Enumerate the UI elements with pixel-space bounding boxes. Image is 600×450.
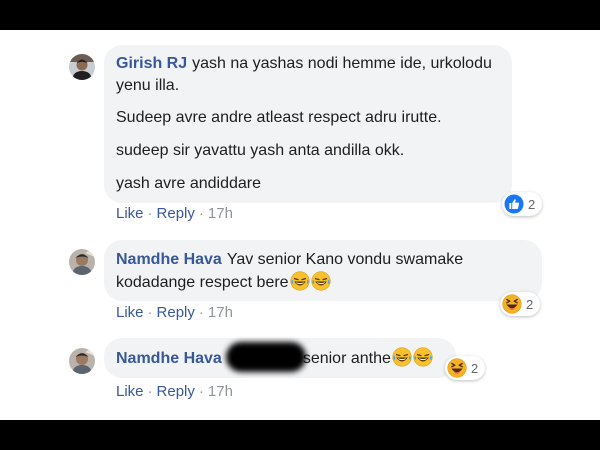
comment-text: sudeep sir yavattu yash anta andilla okk… <box>116 142 405 159</box>
comment-thread: Girish RJ yash na yashas nodi hemme ide, … <box>0 30 600 420</box>
like-link[interactable]: Like <box>116 304 144 321</box>
reaction-count: 2 <box>526 296 534 312</box>
comment-text: yash avre andiddare <box>116 175 261 192</box>
avatar-image <box>69 249 95 275</box>
avatar-namdhe-hava[interactable] <box>69 249 95 275</box>
comment-text: Sudeep avre andre atleast respect adru i… <box>116 109 442 126</box>
comment-text: senior anthe <box>302 350 391 367</box>
comment-actions: Like · Reply · 17h <box>116 383 233 400</box>
like-link[interactable]: Like <box>116 205 144 222</box>
author-name[interactable]: Girish RJ <box>116 55 187 72</box>
reaction-count: 2 <box>471 360 479 376</box>
comment-actions: Like · Reply · 17h <box>116 304 233 321</box>
author-name[interactable]: Namdhe Hava <box>116 251 222 268</box>
like-link[interactable]: Like <box>116 383 144 400</box>
avatar-image <box>69 54 95 80</box>
like-icon <box>504 194 524 214</box>
reaction-count-badge[interactable]: 2 <box>445 356 486 380</box>
laughing-tears-icon <box>311 271 331 291</box>
avatar-namdhe-hava[interactable] <box>69 348 95 374</box>
laughing-tears-icon <box>413 347 433 367</box>
reply-link[interactable]: Reply <box>157 205 195 222</box>
reaction-count-badge[interactable]: 2 <box>500 292 541 316</box>
avatar-image <box>69 348 95 374</box>
haha-icon <box>447 358 467 378</box>
comment-actions: Like · Reply · 17h <box>116 205 233 222</box>
comment-bubble: Namdhe Hava Yav senior Kano vondu swamake… <box>104 240 542 301</box>
reply-link[interactable]: Reply <box>157 383 195 400</box>
laughing-tears-icon <box>392 347 412 367</box>
laughing-tears-icon <box>290 271 310 291</box>
author-name[interactable]: Namdhe Hava <box>116 350 222 367</box>
haha-icon <box>502 294 522 314</box>
reply-link[interactable]: Reply <box>157 304 195 321</box>
reaction-count-badge[interactable]: 2 <box>502 192 543 216</box>
reaction-count: 2 <box>528 196 536 212</box>
timestamp[interactable]: 17h <box>208 205 233 222</box>
avatar-girish-rj[interactable] <box>69 54 95 80</box>
timestamp[interactable]: 17h <box>208 304 233 321</box>
comment-bubble: Girish RJ yash na yashas nodi hemme ide, … <box>104 45 512 203</box>
timestamp[interactable]: 17h <box>208 383 233 400</box>
redacted-text-blot <box>226 342 306 372</box>
